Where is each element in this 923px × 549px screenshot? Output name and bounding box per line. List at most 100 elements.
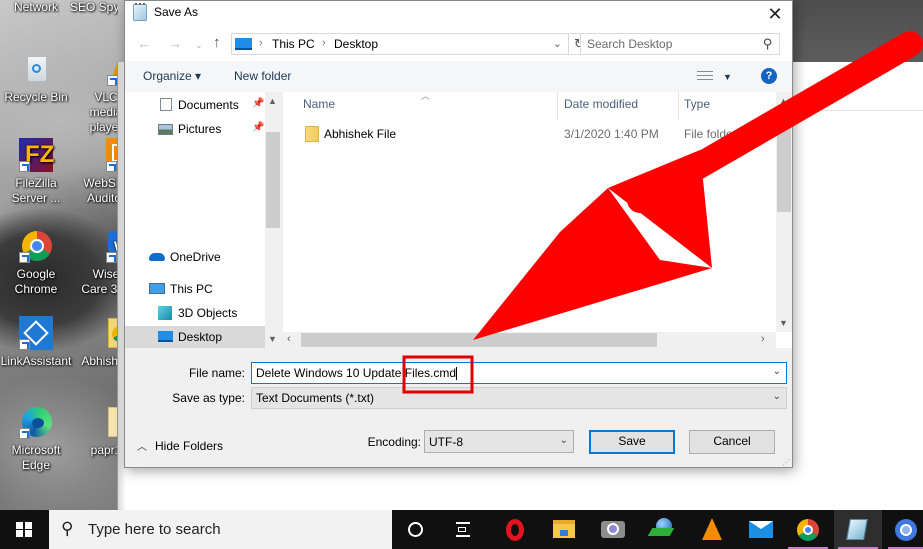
3d-objects-icon <box>158 306 172 320</box>
pictures-icon <box>158 124 173 135</box>
nav-item-label: 3D Objects <box>178 306 238 320</box>
desktop-icon-papr1[interactable]: papr1 <box>70 405 118 458</box>
scrollbar-thumb[interactable] <box>266 132 280 228</box>
up-button[interactable]: ↑ <box>213 34 221 51</box>
desktop-icon-vlc[interactable]: VLC media player <box>70 52 118 135</box>
taskbar-chromium[interactable] <box>884 510 923 549</box>
recent-locations-button[interactable]: ⌄ <box>195 40 203 51</box>
desktop-icon-website-auditor[interactable]: WebSite Auditor <box>70 138 118 206</box>
desktop-icon-label: papr1 <box>90 443 118 457</box>
chevron-up-icon: ︿ <box>137 442 147 453</box>
desktop-icon-microsoft-edge[interactable]: Microsoft Edge <box>0 405 72 473</box>
taskbar-vlc[interactable] <box>688 510 736 549</box>
cancel-button[interactable]: Cancel <box>689 430 775 454</box>
camera-icon <box>601 521 625 538</box>
taskbar-task-view[interactable] <box>440 510 488 549</box>
help-button[interactable]: ? <box>761 68 777 84</box>
desktop-icon-label: VLC media player <box>89 90 118 134</box>
taskbar-mail[interactable] <box>736 510 784 549</box>
new-folder-button[interactable]: New folder <box>234 69 291 83</box>
taskbar: ⚲ Type here to search <box>0 510 923 549</box>
desktop-icon-recycle-bin[interactable]: Recycle Bin <box>0 52 72 105</box>
breadcrumb-desktop[interactable]: Desktop <box>334 37 378 51</box>
cortana-icon <box>408 522 423 537</box>
desktop-icon-linkassistant[interactable]: LinkAssistant <box>0 316 72 369</box>
desktop-icon-label: Microsoft Edge <box>11 443 61 472</box>
desktop-icon-filezilla[interactable]: FZ FileZilla Server ... <box>0 138 72 206</box>
forward-button[interactable]: → <box>168 35 182 51</box>
command-toolbar: Organize ▾ New folder ▼ ? <box>125 61 792 92</box>
desktop-icon-label: Abhishek <box>81 354 118 368</box>
scroll-down-icon[interactable]: ▼ <box>779 318 788 328</box>
desktop-icon-label: FileZilla Server ... <box>11 176 61 205</box>
nav-item-documents[interactable]: Documents 📌 <box>125 94 265 116</box>
scroll-right-icon[interactable]: › <box>761 333 765 345</box>
save-button[interactable]: Save <box>589 430 675 454</box>
address-dropdown-icon[interactable]: ⌄ <box>553 37 562 50</box>
desktop-icon-label: WebSite Auditor <box>83 176 118 205</box>
sort-ascending-icon: ︿ <box>421 91 431 101</box>
hide-folders-button[interactable]: ︿ Hide Folders <box>137 438 223 453</box>
scroll-up-icon[interactable]: ▲ <box>779 96 788 106</box>
taskbar-search-placeholder: Type here to search <box>88 521 221 538</box>
desktop-icon-wise-care[interactable]: W Wise Care 365 <box>70 229 118 297</box>
nav-item-3d-objects[interactable]: 3D Objects <box>125 302 265 324</box>
resize-grip[interactable]: ⋰ <box>782 459 790 467</box>
desktop-icon-network[interactable]: Network <box>0 0 72 15</box>
close-button[interactable]: ✕ <box>758 1 792 27</box>
file-row[interactable]: Abhishek File 3/1/2020 1:40 PM File fold… <box>285 123 765 145</box>
breadcrumb-separator: › <box>259 37 263 49</box>
file-name-input[interactable]: Delete Windows 10 Update Files.cmd ⌄ <box>251 362 787 384</box>
save-as-type-value: Text Documents (*.txt) <box>256 391 375 405</box>
organize-button[interactable]: Organize ▾ <box>143 69 201 83</box>
desktop-icon-label: SEO SpyGlass <box>70 0 118 14</box>
taskbar-cortana[interactable] <box>392 510 440 549</box>
taskbar-chrome[interactable] <box>784 510 832 549</box>
desktop-icon <box>158 331 173 342</box>
scrollbar-thumb[interactable] <box>301 333 657 347</box>
navigation-pane-scrollbar[interactable]: ▲ ▼ <box>265 92 281 348</box>
file-list-vertical-scrollbar[interactable]: ▲ ▼ <box>776 92 792 332</box>
column-header-name[interactable]: Name <box>303 97 335 117</box>
chevron-down-icon[interactable]: ⌄ <box>773 366 781 377</box>
taskbar-notepad[interactable] <box>834 510 882 549</box>
start-button[interactable] <box>0 510 48 549</box>
taskbar-file-explorer[interactable] <box>540 510 588 549</box>
nav-item-this-pc[interactable]: This PC <box>125 278 265 300</box>
taskbar-idm[interactable] <box>638 510 686 549</box>
scroll-down-icon[interactable]: ▼ <box>268 334 277 344</box>
taskbar-opera[interactable] <box>492 510 540 549</box>
encoding-select[interactable]: UTF-8 ⌄ <box>424 430 574 453</box>
vlc-icon <box>702 518 722 540</box>
back-button[interactable]: ← <box>137 35 151 51</box>
nav-item-desktop[interactable]: Desktop <box>125 326 265 348</box>
desktop-icon-seo-spyglass[interactable]: SEO SpyGlass <box>70 0 118 15</box>
chrome-icon <box>19 229 53 263</box>
scrollbar-thumb[interactable] <box>777 112 791 212</box>
nav-item-label: Desktop <box>178 330 223 344</box>
file-list-horizontal-scrollbar[interactable]: ‹ › <box>283 332 776 348</box>
windows-logo-icon <box>16 522 32 537</box>
scroll-left-icon[interactable]: ‹ <box>287 333 291 345</box>
search-icon: ⚲ <box>763 36 773 51</box>
pin-icon: 📌 <box>252 122 265 133</box>
nav-item-onedrive[interactable]: OneDrive <box>125 246 265 268</box>
save-as-type-select[interactable]: Text Documents (*.txt) ⌄ <box>251 387 787 409</box>
change-view-button[interactable]: ▼ <box>697 69 732 83</box>
dialog-titlebar[interactable]: Save As ✕ <box>125 1 792 27</box>
edge-icon <box>19 405 53 439</box>
column-header-type[interactable]: Type <box>684 97 710 117</box>
taskbar-camera[interactable] <box>588 510 636 549</box>
nav-item-label: Documents <box>178 98 239 112</box>
encoding-label: Encoding: <box>367 435 421 449</box>
file-name-label: File name: <box>188 366 245 380</box>
taskbar-search-box[interactable]: ⚲ Type here to search <box>49 510 392 549</box>
column-header-date-modified[interactable]: Date modified <box>564 97 638 117</box>
search-input[interactable]: Search Desktop ⚲ <box>580 33 780 55</box>
desktop-icon-google-chrome[interactable]: Google Chrome <box>0 229 72 297</box>
nav-item-pictures[interactable]: Pictures 📌 <box>125 118 265 140</box>
address-bar[interactable]: › This PC › Desktop ⌄ <box>231 33 569 55</box>
scroll-up-icon[interactable]: ▲ <box>268 96 277 106</box>
desktop-icon-abhishek[interactable]: Abhishek <box>70 316 118 369</box>
breadcrumb-this-pc[interactable]: This PC <box>272 37 315 51</box>
